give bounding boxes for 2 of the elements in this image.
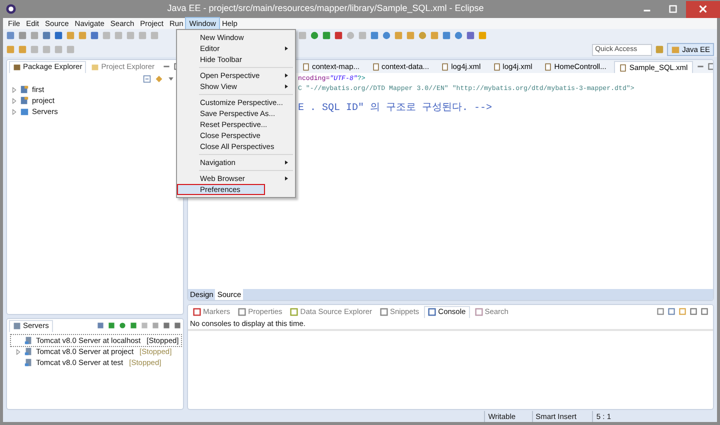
code-line: E . SQL ID" 의 구조로 구성된다. --> (298, 105, 492, 112)
window-title: Java EE - project/src/main/resources/mapper/library/Sample_SQL.xml - Eclipse (166, 2, 485, 16)
